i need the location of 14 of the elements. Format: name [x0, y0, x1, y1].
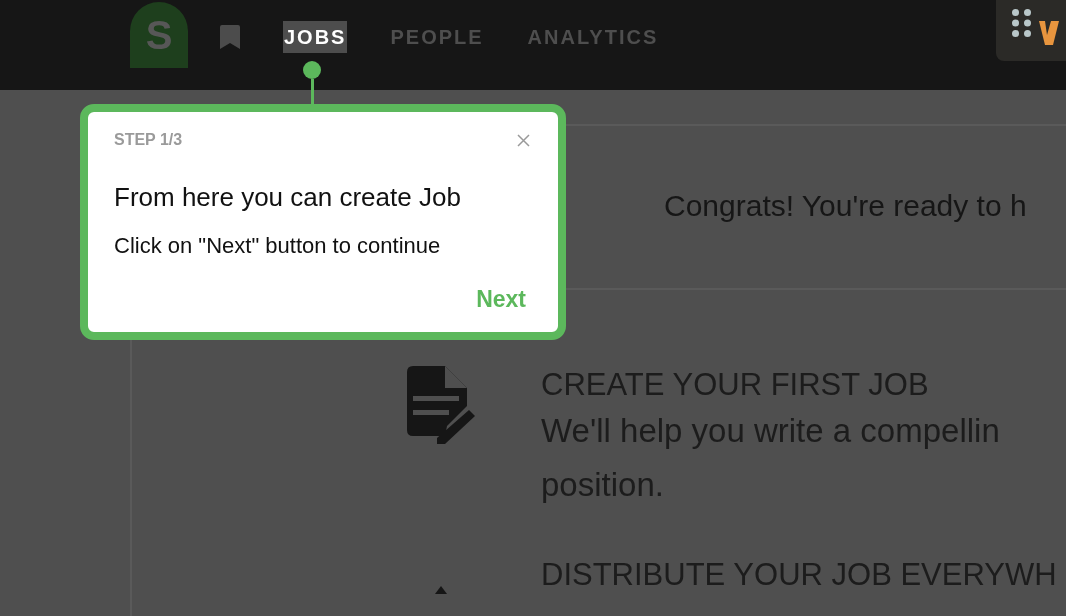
- nav-tab[interactable]: ANALYTICS: [526, 21, 660, 53]
- logo[interactable]: S: [130, 2, 188, 68]
- popover-text: Click on "Next" button to continue: [114, 232, 442, 260]
- nav-tab[interactable]: PEOPLE: [389, 21, 485, 53]
- step-counter: STEP 1/3: [114, 130, 183, 150]
- close-icon[interactable]: [517, 133, 530, 147]
- greeting-text: Congrats! You're ready to h: [664, 187, 1027, 224]
- popover-title: From here you can create Job: [114, 181, 462, 214]
- document-edit-icon: [407, 366, 475, 444]
- apps-grid-icon[interactable]: [1012, 9, 1031, 37]
- nav-tab[interactable]: JOBS: [283, 21, 348, 53]
- next-button[interactable]: Next: [476, 282, 526, 317]
- bookmark-icon[interactable]: [220, 25, 240, 49]
- brand-logo-icon: [1039, 21, 1059, 45]
